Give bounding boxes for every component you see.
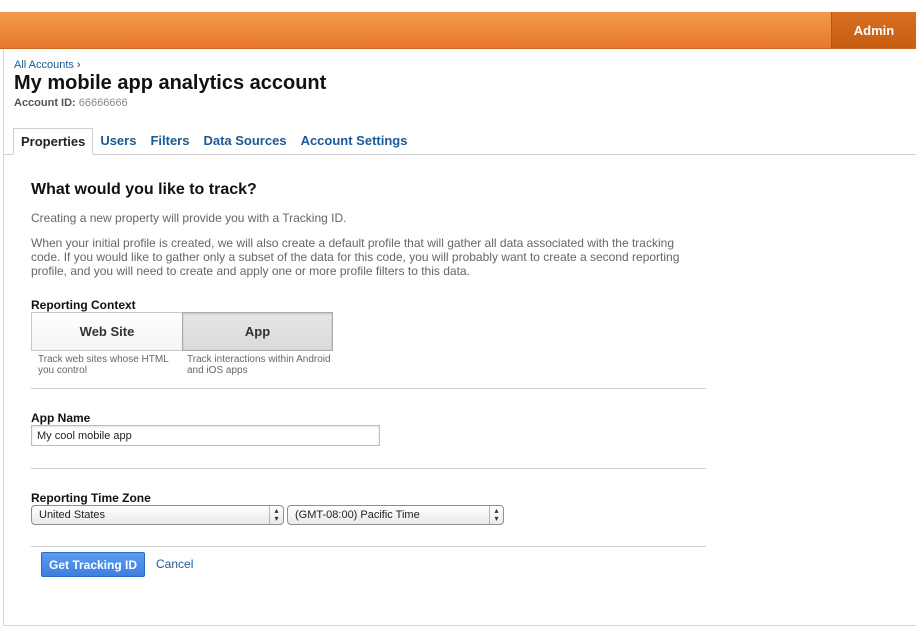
- tab-data-sources[interactable]: Data Sources: [196, 128, 293, 155]
- time-zone-label: Reporting Time Zone: [31, 491, 151, 505]
- profile-explanation: When your initial profile is created, we…: [31, 236, 680, 278]
- tab-filters[interactable]: Filters: [143, 128, 196, 155]
- admin-button[interactable]: Admin: [831, 12, 916, 48]
- tab-users[interactable]: Users: [93, 128, 143, 155]
- section-divider: [31, 468, 706, 469]
- intro-text: Creating a new property will provide you…: [31, 211, 347, 225]
- breadcrumb-separator: ›: [76, 59, 81, 71]
- account-id: Account ID: 66666666: [14, 97, 128, 109]
- tabs-divider: [4, 154, 916, 155]
- section-divider: [31, 388, 706, 389]
- time-zone-select-value: (GMT-08:00) Pacific Time: [295, 509, 420, 521]
- app-name-label: App Name: [31, 411, 91, 425]
- breadcrumb: All Accounts ›: [14, 59, 81, 71]
- country-select[interactable]: United States ▴ ▾: [31, 505, 284, 525]
- cancel-link[interactable]: Cancel: [156, 557, 193, 571]
- account-id-label: Account ID:: [14, 97, 76, 109]
- account-id-value: 66666666: [78, 97, 128, 109]
- tab-account-settings[interactable]: Account Settings: [294, 128, 415, 155]
- web-site-description: Track web sites whose HTML you control: [38, 354, 169, 376]
- top-strip: [0, 0, 916, 12]
- select-arrows-icon: ▴ ▾: [269, 506, 283, 524]
- top-bar: Admin: [0, 12, 916, 49]
- reporting-context-toggle: Web Site App: [31, 312, 333, 351]
- page-title: My mobile app analytics account: [14, 72, 327, 94]
- form-heading: What would you like to track?: [31, 181, 257, 198]
- time-zone-select[interactable]: (GMT-08:00) Pacific Time ▴ ▾: [287, 505, 504, 525]
- country-select-value: United States: [39, 509, 106, 521]
- tab-properties[interactable]: Properties: [13, 128, 94, 155]
- app-name-input[interactable]: [31, 425, 380, 446]
- breadcrumb-all-accounts-link[interactable]: All Accounts: [14, 59, 74, 71]
- select-arrows-icon: ▴ ▾: [489, 506, 503, 524]
- get-tracking-id-button[interactable]: Get Tracking ID: [41, 552, 145, 577]
- section-divider: [31, 546, 706, 547]
- web-site-option-button[interactable]: Web Site: [31, 312, 182, 351]
- tab-bar: Properties Users Filters Data Sources Ac…: [13, 128, 414, 155]
- reporting-context-label: Reporting Context: [31, 298, 136, 312]
- app-option-button[interactable]: App: [182, 312, 333, 351]
- app-description: Track interactions within Android and iO…: [187, 354, 331, 376]
